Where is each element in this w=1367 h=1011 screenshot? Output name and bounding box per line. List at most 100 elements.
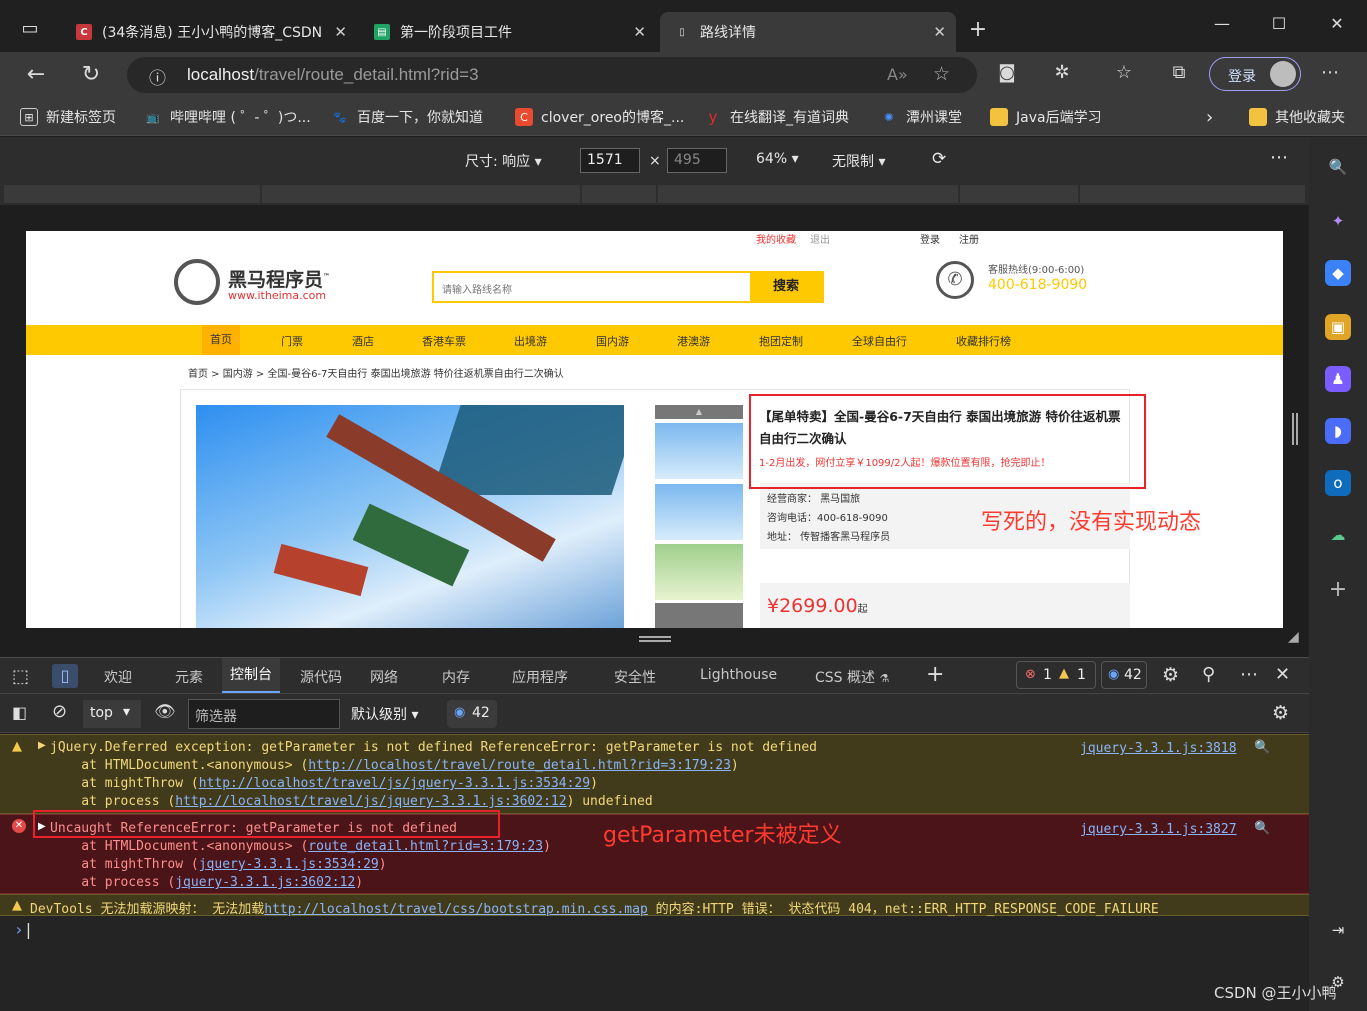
register-link[interactable]: 注册 (959, 231, 979, 246)
nav-outbound[interactable]: 出境游 (514, 333, 547, 349)
thumb-up-arrow-icon[interactable]: ▲ (655, 405, 743, 419)
context-select[interactable]: top ▾ (83, 700, 141, 728)
thumbnail[interactable] (655, 423, 743, 479)
nav-home[interactable]: 首页 (202, 325, 240, 355)
maximize-icon[interactable]: ☐ (1264, 14, 1294, 33)
filter-input[interactable]: 筛选器 (188, 699, 340, 729)
thumbnail[interactable] (655, 544, 743, 600)
logout-link[interactable]: 退出 (810, 231, 830, 246)
tab-route-detail[interactable]: ▯ 路线详情 ✕ (660, 12, 956, 52)
zoom-select[interactable]: 64% ▾ (756, 151, 799, 167)
tab-network[interactable]: 网络 (370, 667, 398, 687)
inspect-icon[interactable]: ⬚ (12, 666, 29, 687)
search-icon[interactable]: 🔍 (1254, 821, 1270, 836)
drop-icon[interactable]: ☁ (1325, 522, 1351, 548)
bookmark-baidu[interactable]: 🐾 百度一下，你就知道 (331, 107, 483, 127)
nav-global[interactable]: 全球自由行 (852, 333, 907, 349)
nav-domestic[interactable]: 国内游 (596, 333, 629, 349)
bookmark-bilibili[interactable]: 📺 哔哩哔哩 ( ゜- ゜)つ... (144, 107, 311, 127)
issues-badge[interactable]: ◉ 42 (447, 700, 497, 728)
log-level-select[interactable]: 默认级别 ▾ (351, 704, 418, 724)
tab-lighthouse[interactable]: Lighthouse (700, 667, 777, 683)
feedback-icon[interactable]: ⚲ (1202, 664, 1215, 685)
minimize-icon[interactable]: — (1207, 14, 1237, 33)
collections-icon[interactable]: ⧉ (1165, 62, 1193, 83)
tab-welcome[interactable]: 欢迎 (104, 667, 132, 687)
read-aloud-icon[interactable]: A» (887, 65, 908, 84)
issue-counter[interactable]: ⊗ 1 ▲ 1 (1016, 661, 1096, 689)
bookmarks-more-icon[interactable]: › (1206, 107, 1213, 128)
tab-actions-icon[interactable]: ▭ (16, 18, 44, 39)
tracking-icon[interactable]: ◙ (993, 62, 1021, 83)
bookmark-other[interactable]: 其他收藏夹 (1249, 107, 1345, 127)
search-icon[interactable]: 🔍 (1325, 154, 1351, 180)
devtools-more-icon[interactable]: ⋯ (1240, 664, 1258, 685)
search-icon[interactable]: 🔍 (1254, 740, 1270, 755)
nav-hotel[interactable]: 酒店 (352, 333, 374, 349)
clear-console-icon[interactable]: ⊘ (52, 701, 67, 722)
console-settings-icon[interactable]: ⚙ (1272, 702, 1289, 724)
tab-application[interactable]: 应用程序 (512, 667, 568, 687)
games-icon[interactable]: ♟ (1325, 366, 1351, 392)
search-input[interactable]: 请输入路线名称 (442, 281, 512, 296)
close-icon[interactable]: ✕ (633, 23, 646, 41)
copilot-icon[interactable]: ✦ (1325, 208, 1351, 234)
tab-elements[interactable]: 元素 (175, 667, 203, 687)
extensions-icon[interactable]: ✲ (1048, 62, 1076, 83)
back-icon[interactable]: ← (22, 62, 50, 87)
add-tab-icon[interactable]: + (926, 662, 944, 687)
new-tab-icon[interactable]: + (964, 17, 992, 42)
site-logo[interactable]: 黑马程序员™ www.itheima.com (174, 259, 344, 305)
width-input[interactable]: 1571 (580, 148, 640, 173)
devtools-settings-icon[interactable]: ⚙ (1162, 664, 1179, 686)
expand-icon[interactable]: ▶ (38, 740, 46, 751)
devtools-close-icon[interactable]: ✕ (1275, 664, 1290, 685)
thumbnail[interactable] (655, 484, 743, 540)
login-button[interactable]: 登录 (1209, 57, 1301, 91)
close-icon[interactable]: ✕ (334, 23, 347, 41)
rotate-icon[interactable]: ⟳ (932, 149, 946, 169)
my-favorites-link[interactable]: 我的收藏 (756, 231, 796, 246)
nav-hk-macau[interactable]: 港澳游 (677, 333, 710, 349)
bookmark-java[interactable]: Java后端学习 (990, 107, 1102, 127)
live-expression-icon[interactable]: 👁 (154, 702, 176, 722)
warning-message[interactable]: ▲ ▶ jQuery.Deferred exception: getParame… (0, 734, 1309, 814)
favorites-icon[interactable]: ☆ (1110, 62, 1138, 83)
outlook-icon[interactable]: o (1325, 470, 1351, 496)
sidebar-toggle-icon[interactable]: ◧ (12, 703, 27, 722)
refresh-icon[interactable]: ↻ (77, 62, 105, 87)
viewport-resize-handle[interactable] (639, 636, 671, 642)
console-prompt[interactable]: ›| (14, 920, 33, 939)
tab-sources[interactable]: 源代码 (300, 667, 342, 687)
sourcemap-warning[interactable]: ▲ DevTools 无法加载源映射： 无法加载http://localhost… (0, 894, 1309, 917)
bookmark-youdao[interactable]: y 在线翻译_有道词典 (704, 107, 849, 127)
device-size-select[interactable]: 尺寸: 响应 ▾ (465, 151, 542, 171)
tab-memory[interactable]: 内存 (442, 667, 470, 687)
device-more-icon[interactable]: ⋯ (1270, 147, 1288, 168)
corner-resize-icon[interactable]: ◢ (1288, 629, 1299, 645)
shopping-icon[interactable]: ◆ (1325, 260, 1351, 286)
address-bar[interactable]: ⓘ localhost/travel/route_detail.html?rid… (127, 57, 977, 93)
nav-ranking[interactable]: 收藏排行榜 (956, 333, 1011, 349)
tab-csdn[interactable]: C (34条消息) 王小小鸭的博客_CSDN ✕ (62, 12, 357, 52)
login-link[interactable]: 登录 (920, 231, 940, 246)
close-icon[interactable]: ✕ (933, 23, 946, 41)
thumbnail[interactable] (655, 603, 743, 628)
search-button[interactable]: 搜索 (750, 273, 822, 301)
office-icon[interactable]: ◗ (1325, 418, 1351, 444)
sidebar-hide-icon[interactable]: ⇥ (1325, 917, 1351, 943)
tab-security[interactable]: 安全性 (614, 667, 656, 687)
bookmark-new-tab[interactable]: ⊞ 新建标签页 (20, 107, 116, 127)
nav-hk-bus[interactable]: 香港车票 (422, 333, 466, 349)
message-counter[interactable]: ◉ 42 (1101, 661, 1147, 689)
tab-console[interactable]: 控制台 (222, 658, 280, 693)
nav-tickets[interactable]: 门票 (281, 333, 303, 349)
bookmark-clover[interactable]: Cclover_oreo的博客_... (515, 107, 684, 127)
height-input[interactable]: 495 (667, 148, 727, 173)
add-icon[interactable]: + (1325, 577, 1351, 603)
window-close-icon[interactable]: ✕ (1322, 14, 1352, 33)
add-favorite-icon[interactable]: ☆ (933, 63, 950, 85)
device-toggle-icon[interactable]: ▯ (52, 664, 78, 688)
viewport-side-handle[interactable] (1292, 413, 1298, 445)
bookmark-tanzhou[interactable]: ✺ 潭州课堂 (880, 107, 962, 127)
